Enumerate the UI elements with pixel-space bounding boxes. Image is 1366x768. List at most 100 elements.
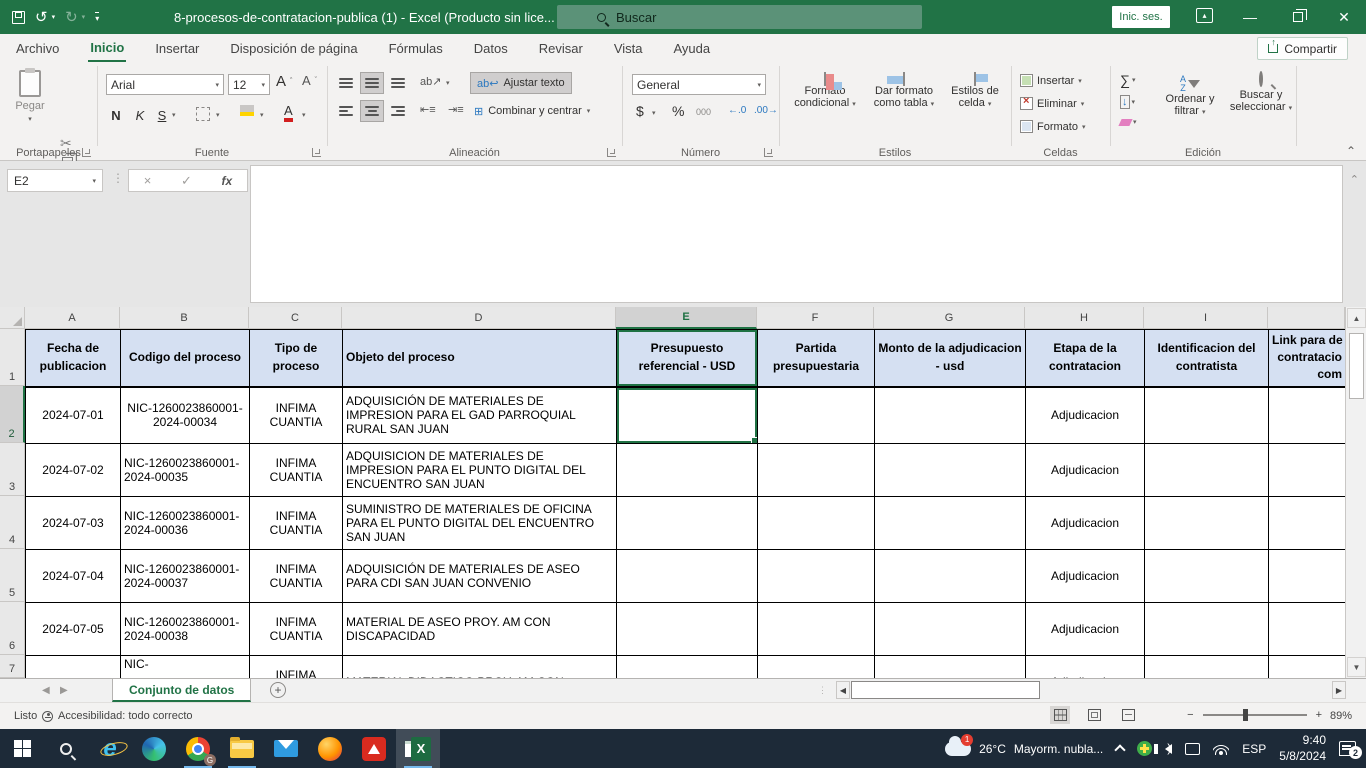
cell-identificacion[interactable] bbox=[1145, 387, 1269, 444]
col-header-g[interactable]: G bbox=[874, 307, 1025, 329]
collapse-ribbon-icon[interactable]: ⌃ bbox=[1346, 144, 1356, 158]
col-header-c[interactable]: C bbox=[249, 307, 342, 329]
tab-vista[interactable]: Vista bbox=[612, 36, 645, 61]
cell-tipo[interactable]: INFIMA CUANTIA bbox=[250, 387, 343, 444]
cell-partida[interactable] bbox=[758, 444, 875, 497]
close-button[interactable]: ✕ bbox=[1322, 0, 1366, 34]
name-box[interactable]: E2 ▾ bbox=[7, 169, 103, 192]
align-top-button[interactable] bbox=[334, 72, 358, 94]
cell-codigo[interactable]: NIC-1260023860001-2024-00036 bbox=[121, 497, 250, 550]
cell-monto[interactable] bbox=[875, 444, 1026, 497]
clear-button[interactable]: ▾ bbox=[1120, 118, 1137, 126]
mail-button[interactable] bbox=[264, 729, 308, 768]
cell-fecha[interactable]: 2024-07-04 bbox=[26, 550, 121, 603]
cell-fecha[interactable]: 2024-07-02 bbox=[26, 444, 121, 497]
col-header-j[interactable] bbox=[1268, 307, 1345, 329]
accessibility-status[interactable]: Accesibilidad: todo correcto bbox=[42, 710, 193, 722]
cell-etapa[interactable]: Adjudicacion bbox=[1026, 444, 1145, 497]
italic-button[interactable]: K bbox=[130, 105, 150, 125]
ribbon-display-options-icon[interactable]: ▴ bbox=[1196, 8, 1213, 23]
cell-etapa[interactable]: Adjudicacion bbox=[1026, 497, 1145, 550]
cell-etapa[interactable]: Adjudicacion bbox=[1026, 603, 1145, 656]
insert-function-icon[interactable]: fx bbox=[222, 174, 233, 188]
align-bottom-button[interactable] bbox=[386, 72, 410, 94]
cell-codigo[interactable]: NIC-1260023860001-2024-00035 bbox=[121, 444, 250, 497]
alineacion-dialog-launcher[interactable] bbox=[607, 148, 616, 157]
cell-partida[interactable] bbox=[758, 497, 875, 550]
zoom-percentage[interactable]: 89% bbox=[1330, 710, 1352, 722]
row-header-2[interactable]: 2 bbox=[0, 386, 25, 443]
row-header-7[interactable]: 7 bbox=[0, 655, 25, 678]
align-right-button[interactable] bbox=[386, 100, 410, 122]
scroll-up-icon[interactable]: ▲ bbox=[1347, 308, 1366, 328]
autosum-button[interactable]: ∑▾ bbox=[1120, 72, 1136, 88]
cell-monto[interactable] bbox=[875, 550, 1026, 603]
tablet-mode-icon[interactable] bbox=[1185, 743, 1200, 755]
cell-objeto[interactable]: SUMINISTRO DE MATERIALES DE OFICINA PARA… bbox=[343, 497, 617, 550]
comma-style-icon[interactable]: 000 bbox=[696, 107, 711, 117]
decrease-indent-icon[interactable]: ⇤≡ bbox=[420, 103, 436, 116]
formula-input[interactable] bbox=[250, 165, 1343, 303]
cell-presupuesto[interactable] bbox=[617, 444, 758, 497]
cell-fecha[interactable]: 2024-07-01 bbox=[26, 387, 121, 444]
row-header-1[interactable]: 1 bbox=[0, 329, 25, 386]
header-presupuesto[interactable]: Presupuesto referencial - USD bbox=[617, 330, 758, 387]
header-tipo[interactable]: Tipo de proceso bbox=[250, 330, 343, 387]
cell-tipo[interactable]: INFIMA CUANTIA bbox=[250, 550, 343, 603]
sheet-prev-icon[interactable]: ◀ bbox=[42, 685, 50, 696]
header-objeto[interactable]: Objeto del proceso bbox=[343, 330, 617, 387]
cell-partida[interactable] bbox=[758, 603, 875, 656]
language-indicator[interactable]: ESP bbox=[1242, 742, 1266, 756]
borders-icon[interactable] bbox=[196, 107, 210, 121]
currency-icon[interactable]: $ bbox=[636, 103, 644, 119]
col-header-a[interactable]: A bbox=[25, 307, 120, 329]
select-all-corner[interactable] bbox=[0, 307, 25, 329]
cell-tipo[interactable]: INFIMA CUANTIA bbox=[250, 656, 343, 679]
delete-cells-button[interactable]: Eliminar▾ bbox=[1020, 97, 1084, 110]
clock[interactable]: 9:40 5/8/2024 bbox=[1279, 733, 1326, 764]
page-layout-view-button[interactable] bbox=[1084, 706, 1104, 724]
undo-dropdown-icon[interactable]: ▾ bbox=[52, 13, 56, 21]
save-icon[interactable] bbox=[12, 11, 25, 24]
numero-dialog-launcher[interactable] bbox=[764, 148, 773, 157]
tab-archivo[interactable]: Archivo bbox=[14, 36, 61, 61]
share-button[interactable]: Compartir bbox=[1257, 37, 1348, 60]
zoom-slider-thumb[interactable] bbox=[1243, 709, 1248, 721]
cell-objeto[interactable]: ADQUISICION DE MATERIALES DE IMPRESION P… bbox=[343, 444, 617, 497]
currency-dropdown-icon[interactable]: ▾ bbox=[652, 109, 656, 117]
cell-tipo[interactable]: INFIMA CUANTIA bbox=[250, 497, 343, 550]
insert-cells-button[interactable]: Insertar▾ bbox=[1020, 74, 1082, 87]
collapse-formula-bar-icon[interactable]: ⌃ bbox=[1350, 173, 1359, 186]
tray-expand-icon[interactable] bbox=[1115, 744, 1126, 755]
tab-inicio[interactable]: Inicio bbox=[88, 35, 126, 62]
confirm-entry-icon[interactable]: ✓ bbox=[181, 173, 192, 189]
number-format-select[interactable]: General▾ bbox=[632, 74, 766, 95]
sort-filter-button[interactable]: AZ Ordenar y filtrar ▾ bbox=[1158, 73, 1222, 119]
cell-identificacion[interactable] bbox=[1145, 497, 1269, 550]
zoom-slider[interactable] bbox=[1203, 714, 1307, 716]
cell-fecha[interactable] bbox=[26, 656, 121, 679]
cell-link[interactable] bbox=[1269, 656, 1346, 679]
percent-icon[interactable]: % bbox=[672, 103, 684, 119]
borders-dropdown-icon[interactable]: ▾ bbox=[216, 111, 220, 119]
volume-icon[interactable] bbox=[1165, 744, 1172, 754]
cell-fecha[interactable]: 2024-07-03 bbox=[26, 497, 121, 550]
font-name-select[interactable]: Arial▾ bbox=[106, 74, 224, 95]
tab-formulas[interactable]: Fórmulas bbox=[387, 36, 445, 61]
firefox-button[interactable] bbox=[308, 729, 352, 768]
cell-link[interactable] bbox=[1269, 603, 1346, 656]
underline-button[interactable]: S bbox=[152, 105, 172, 125]
scroll-down-icon[interactable]: ▼ bbox=[1347, 657, 1366, 677]
header-partida[interactable]: Partida presupuestaria bbox=[758, 330, 875, 387]
cell-monto[interactable] bbox=[875, 387, 1026, 444]
row-header-6[interactable]: 6 bbox=[0, 602, 25, 655]
cell-etapa[interactable]: Adjudicacion bbox=[1026, 656, 1145, 679]
col-header-b[interactable]: B bbox=[120, 307, 249, 329]
sign-in-button[interactable]: Inic. ses. bbox=[1112, 6, 1170, 28]
undo-icon[interactable]: ↺ bbox=[35, 10, 48, 25]
fill-color-dropdown-icon[interactable]: ▾ bbox=[260, 111, 264, 119]
scroll-left-icon[interactable]: ◀ bbox=[836, 681, 850, 699]
font-size-select[interactable]: 12▾ bbox=[228, 74, 270, 95]
zoom-in-icon[interactable]: + bbox=[1316, 709, 1322, 721]
fill-button[interactable]: ↓▾ bbox=[1120, 95, 1135, 109]
